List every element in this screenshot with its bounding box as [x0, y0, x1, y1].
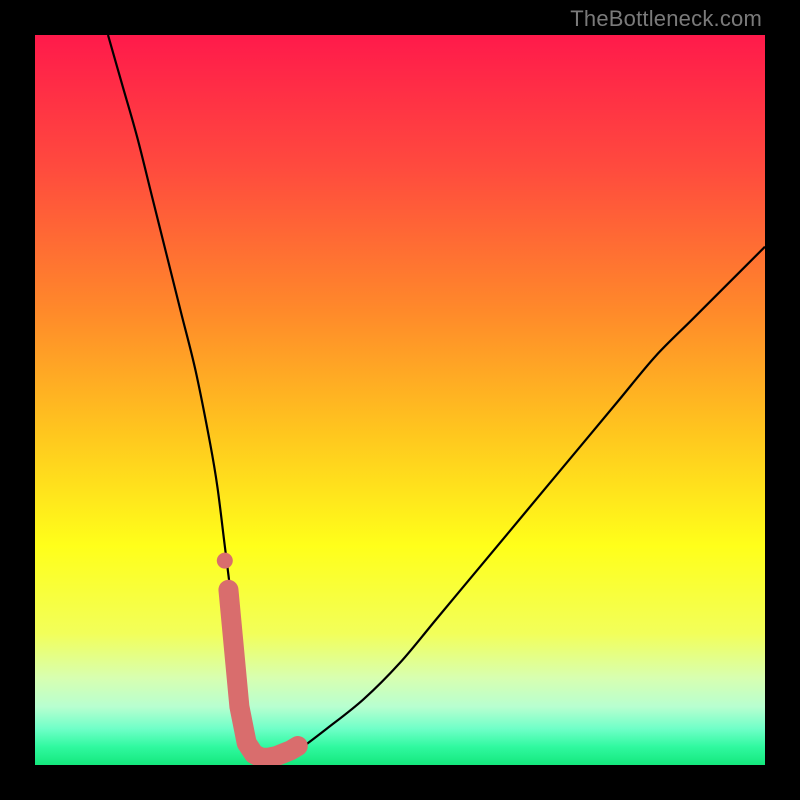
frame: TheBottleneck.com	[0, 0, 800, 800]
watermark-text: TheBottleneck.com	[570, 6, 762, 32]
background-gradient	[35, 35, 765, 765]
plot-area	[35, 35, 765, 765]
